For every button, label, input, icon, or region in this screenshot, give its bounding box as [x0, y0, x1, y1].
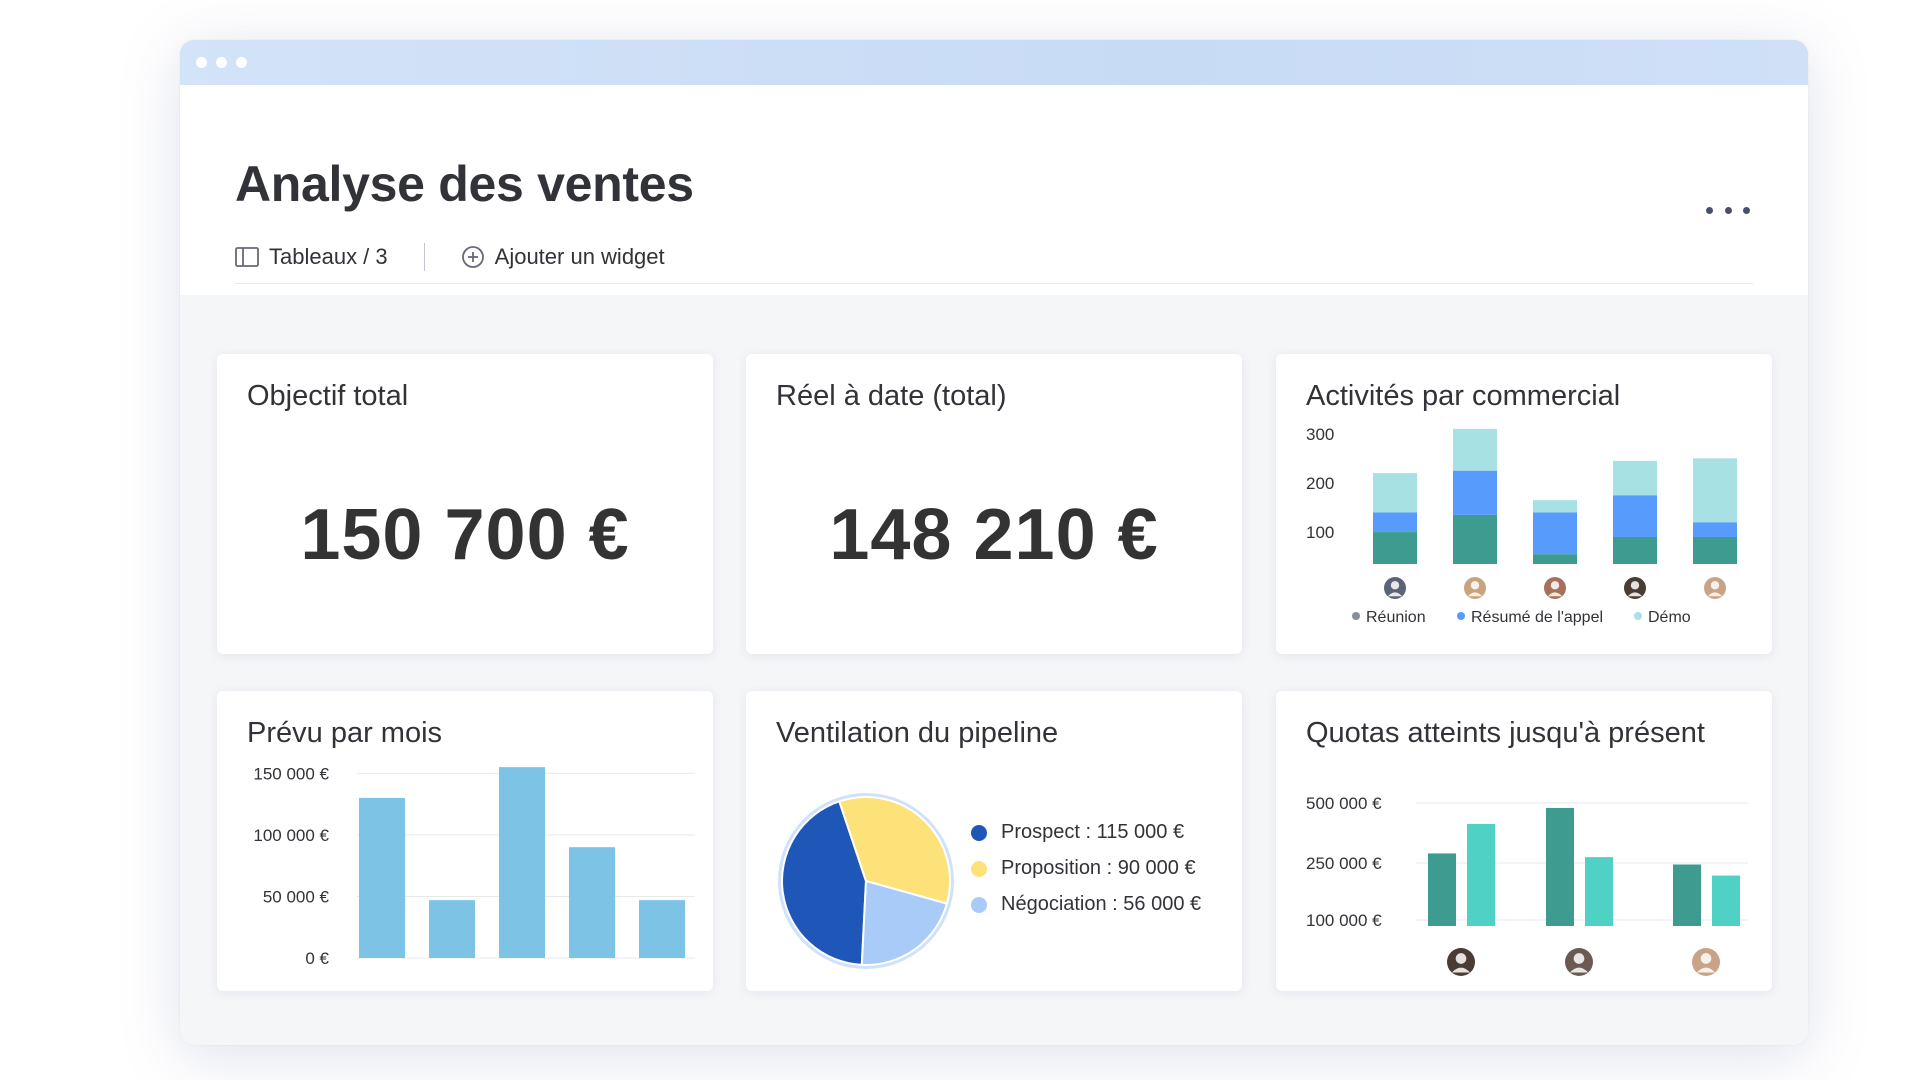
- widget-quotas[interactable]: Quotas atteints jusqu'à présent 100 000 …: [1276, 691, 1772, 991]
- legend-label: Prospect : 115 000 €: [1001, 821, 1185, 843]
- bar: [569, 847, 615, 958]
- legend-label: Démo: [1648, 609, 1691, 626]
- avatar-icon: [1464, 577, 1486, 599]
- dashboard-window: Analyse des ventes Tableaux / 3 Ajouter …: [180, 40, 1808, 1045]
- avatar-icon: [1565, 948, 1593, 976]
- legend-label: Proposition : 90 000 €: [1001, 857, 1196, 879]
- widget-title: Objectif total: [247, 380, 409, 412]
- y-tick-label: 500 000 €: [1306, 794, 1382, 813]
- stacked-bar-segment: [1373, 473, 1417, 513]
- avatar-head: [1455, 953, 1467, 964]
- stacked-bar-segment: [1373, 532, 1417, 564]
- bar: [639, 900, 685, 958]
- reel-value: 148 210 €: [829, 495, 1159, 575]
- y-tick-label: 50 000 €: [263, 887, 330, 906]
- avatar-icon: [1447, 948, 1475, 976]
- bar: [1585, 857, 1613, 926]
- window-dot-icon[interactable]: [216, 57, 227, 68]
- page-title: Analyse des ventes: [235, 156, 694, 212]
- y-tick-label: 100 000 €: [253, 826, 329, 845]
- boards-link[interactable]: Tableaux / 3: [235, 244, 388, 270]
- avatar-head: [1550, 581, 1560, 590]
- avatar-head: [1700, 953, 1712, 964]
- add-widget-label: Ajouter un widget: [494, 244, 665, 269]
- y-tick-label: 250 000 €: [1306, 854, 1382, 873]
- pipeline-legend-item: Négociation : 56 000 €: [971, 893, 1201, 916]
- widget-prevu-par-mois[interactable]: Prévu par mois 0 €50 000 €100 000 €150 0…: [217, 691, 713, 991]
- y-tick-label: 300: [1306, 425, 1334, 444]
- bar: [1712, 875, 1740, 926]
- stacked-bar-segment: [1693, 536, 1737, 564]
- avatar-head: [1470, 581, 1480, 590]
- objectif-value: 150 700 €: [300, 495, 630, 575]
- widget-title: Ventilation du pipeline: [776, 717, 1059, 749]
- toolbar-divider: [423, 243, 425, 271]
- more-options-icon[interactable]: [1706, 203, 1750, 217]
- widget-activites[interactable]: Activités par commercial 100 200 300 Réunio…: [1276, 354, 1772, 654]
- legend-label: Résumé de l'appel: [1471, 609, 1603, 626]
- quotas-chart: 100 000 € 250 000 € 500 000 €: [1306, 794, 1748, 976]
- stacked-bar-segment: [1453, 514, 1497, 564]
- legend-dot: [1457, 612, 1465, 620]
- widget-reel-a-date[interactable]: Réel à date (total) 148 210 €: [746, 354, 1242, 654]
- stacked-bar-segment: [1533, 512, 1577, 555]
- dashboard-toolbar: Tableaux / 3 Ajouter un widget: [235, 240, 665, 274]
- legend-dot: [1634, 612, 1642, 620]
- add-circle-icon: [461, 246, 484, 268]
- widget-title: Réel à date (total): [776, 380, 1007, 412]
- legend-label: Réunion: [1366, 609, 1426, 626]
- board-icon: [235, 247, 259, 267]
- pipeline-legend: Prospect : 115 000 € Proposition : 90 000…: [971, 821, 1201, 916]
- widget-objectif-total[interactable]: Objectif total 150 700 €: [217, 354, 713, 654]
- widget-pipeline[interactable]: Ventilation du pipeline Prospect : 115 0…: [746, 691, 1242, 991]
- window-dot-icon[interactable]: [196, 57, 207, 68]
- legend-label: Négociation : 56 000 €: [1001, 893, 1202, 915]
- stacked-bar-segment: [1613, 536, 1657, 564]
- window-dot-icon[interactable]: [236, 57, 247, 68]
- bar: [359, 797, 405, 958]
- bar: [429, 900, 475, 958]
- pipeline-legend-item: Proposition : 90 000 €: [971, 857, 1201, 880]
- activites-chart: 100 200 300 Réunion Résumé de l'appel Démo: [1306, 425, 1737, 626]
- stacked-bar-segment: [1373, 512, 1417, 533]
- header-divider: [235, 283, 1753, 284]
- avatar-icon: [1384, 577, 1406, 599]
- add-widget-button[interactable]: Ajouter un widget: [461, 244, 665, 270]
- bar: [1546, 807, 1574, 926]
- legend-dot-icon: [971, 896, 987, 913]
- avatar-icon: [1704, 577, 1726, 599]
- legend-dot-icon: [971, 860, 987, 877]
- bar: [1428, 853, 1456, 926]
- avatar-head: [1630, 581, 1640, 590]
- stacked-bar-segment: [1693, 522, 1737, 537]
- stacked-bar-segment: [1613, 460, 1657, 496]
- y-tick-label: 150 000 €: [253, 764, 329, 783]
- stacked-bar-segment: [1613, 495, 1657, 537]
- bar: [1673, 864, 1701, 926]
- stacked-bar-segment: [1533, 554, 1577, 564]
- stacked-bar-segment: [1693, 458, 1737, 523]
- y-tick-label: 200: [1306, 474, 1334, 493]
- y-tick-label: 100 000 €: [1306, 911, 1382, 930]
- pipeline-legend-item: Prospect : 115 000 €: [971, 821, 1201, 844]
- stacked-bar-segment: [1453, 428, 1497, 471]
- avatar-head: [1390, 581, 1400, 590]
- bar: [499, 767, 545, 958]
- legend-dot-icon: [971, 824, 987, 841]
- y-tick-label: 100: [1306, 523, 1334, 542]
- avatar-icon: [1624, 577, 1646, 599]
- window-titlebar: [180, 40, 1808, 85]
- stacked-bar-segment: [1533, 500, 1577, 513]
- stacked-bar-segment: [1453, 470, 1497, 515]
- prevu-chart: 0 € 50 000 € 100 000 € 150 000 €: [253, 764, 695, 968]
- avatar-icon: [1544, 577, 1566, 599]
- legend-dot: [1352, 612, 1360, 620]
- boards-label: Tableaux / 3: [269, 244, 388, 269]
- avatar-icon: [1692, 948, 1720, 976]
- bar: [1467, 823, 1495, 926]
- y-tick-label: 0 €: [305, 949, 329, 968]
- avatar-head: [1573, 953, 1585, 964]
- avatar-head: [1710, 581, 1720, 590]
- pipeline-pie-chart: [778, 793, 954, 969]
